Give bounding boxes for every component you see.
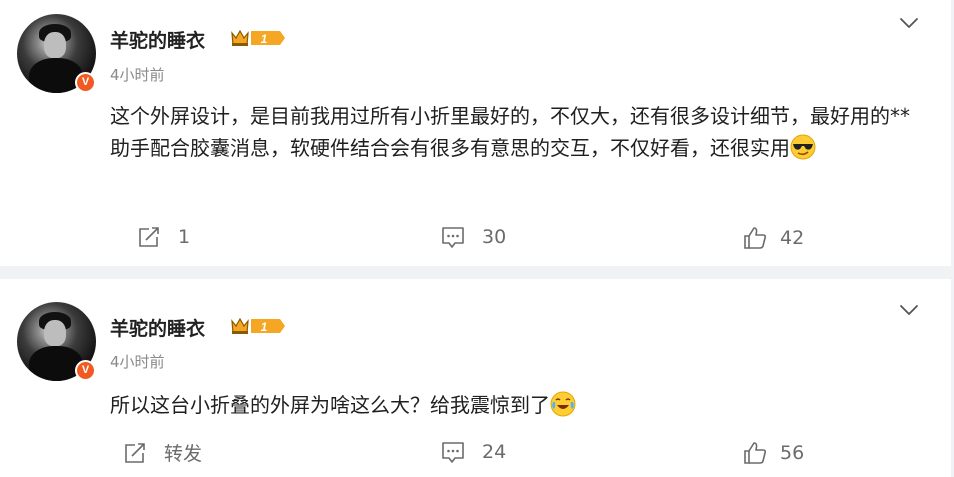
comment-count: 24 — [482, 441, 507, 463]
like-count: 42 — [780, 227, 805, 249]
verified-badge: V — [75, 72, 96, 93]
level-number: 1 — [261, 320, 268, 334]
share-icon — [125, 442, 145, 463]
thumbs-up-icon — [744, 442, 767, 464]
comment-button[interactable]: 30 — [440, 224, 506, 250]
comment-icon — [442, 442, 464, 463]
verified-badge: V — [75, 360, 96, 381]
user-name[interactable]: 羊驼的睡衣 — [110, 26, 205, 53]
cool-sunglasses-emoji-icon — [790, 134, 816, 160]
user-name[interactable]: 羊驼的睡衣 — [110, 314, 205, 341]
like-button[interactable]: 56 — [742, 440, 804, 466]
comment-icon — [442, 227, 464, 248]
comment-time: 4小时前 — [110, 66, 165, 84]
thumbs-up-icon — [744, 227, 767, 249]
repost-button[interactable]: 转发 — [122, 439, 202, 466]
crown-level-badge-icon: 1 — [231, 317, 285, 334]
like-count: 56 — [780, 442, 805, 464]
comment-text-content: 所以这台小折叠的外屏为啥这么大？给我震惊到了 — [110, 393, 550, 417]
chevron-down-icon[interactable] — [898, 303, 920, 317]
comment-card: V 羊驼的睡衣 1 4小时前 这个外屏设计，是目前我用过所有小折里最好的，不仅大… — [0, 0, 951, 266]
laugh-cry-emoji-icon — [550, 391, 576, 417]
like-button[interactable]: 42 — [742, 225, 804, 251]
crown-level-badge-icon: 1 — [231, 29, 285, 46]
share-icon — [139, 227, 159, 247]
repost-button[interactable]: 1 — [136, 224, 190, 250]
comment-count: 30 — [482, 226, 507, 248]
comment-card: V 羊驼的睡衣 1 4小时前 所以这台小折叠的外屏为啥这么大？给我震惊到了 转发… — [0, 279, 951, 477]
repost-label: 转发 — [164, 443, 203, 465]
repost-count: 1 — [178, 226, 191, 248]
comment-text: 这个外屏设计，是目前我用过所有小折里最好的，不仅大，还有很多设计细节，最好用的*… — [110, 100, 928, 164]
comment-text: 所以这台小折叠的外屏为啥这么大？给我震惊到了 — [110, 389, 928, 421]
level-number: 1 — [261, 32, 268, 46]
comment-button[interactable]: 24 — [440, 439, 506, 465]
comment-time: 4小时前 — [110, 353, 165, 371]
chevron-down-icon[interactable] — [898, 16, 920, 30]
